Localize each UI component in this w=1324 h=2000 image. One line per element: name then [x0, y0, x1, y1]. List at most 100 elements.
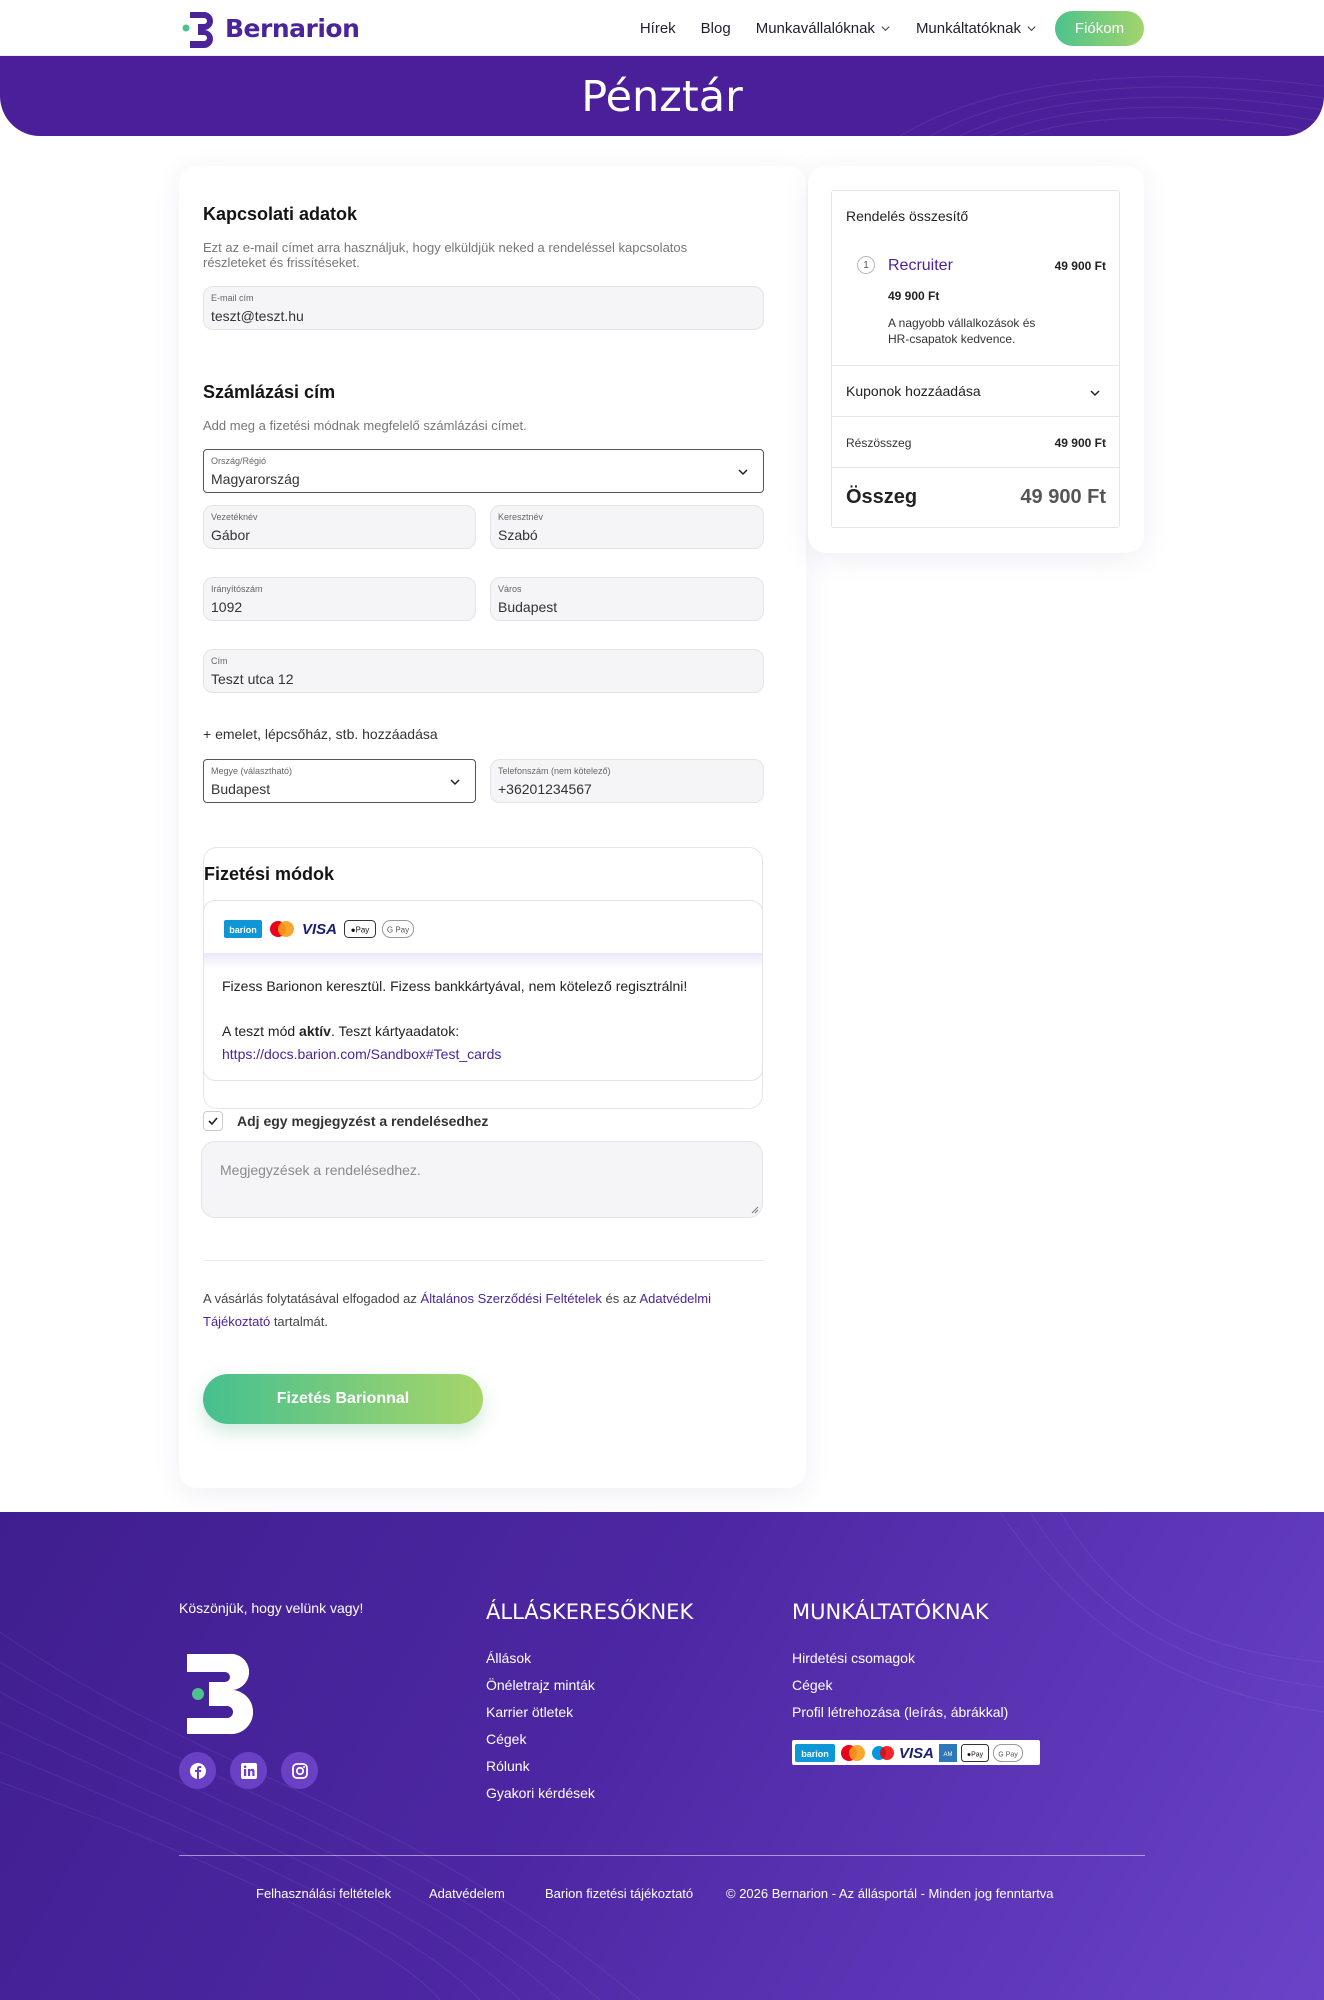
footer-logo-icon[interactable]: [179, 1652, 255, 1736]
site-footer: Köszönjük, hogy velünk vagy! ÁLLÁSKERESŐ…: [0, 1512, 1324, 2000]
footer-link-hirdetesi[interactable]: Hirdetési csomagok: [792, 1650, 915, 1666]
add-address-line-link[interactable]: + emelet, lépcsőház, stb. hozzáadása: [203, 726, 438, 742]
test-suffix: . Teszt kártyaadatok:: [330, 1023, 460, 1039]
coupon-toggle[interactable]: Kuponok hozzáadása: [846, 383, 981, 399]
item-name[interactable]: Recruiter: [888, 257, 953, 275]
payment-methods: Fizetési módok barion VISA ●Pay G Pay Fi…: [203, 847, 763, 1109]
chevron-down-icon: [881, 25, 890, 31]
instagram-icon[interactable]: [281, 1752, 318, 1789]
summary-divider: [832, 365, 1119, 366]
footer-privacy-link[interactable]: Adatvédelem: [429, 1886, 505, 1901]
footer-divider: [179, 1855, 1145, 1856]
svg-text:G Pay: G Pay: [998, 1751, 1018, 1758]
jobseekers-title: ÁLLÁSKERESŐKNEK: [486, 1600, 694, 1624]
order-note-checkbox[interactable]: [203, 1111, 223, 1131]
google-pay-icon: G Pay: [382, 920, 414, 938]
order-note-textarea[interactable]: Megjegyzések a rendelésedhez.: [201, 1141, 763, 1218]
item-quantity-badge: 1: [857, 256, 875, 274]
page-title: Pénztár: [581, 72, 743, 122]
nav-item-hirek[interactable]: Hírek: [640, 20, 676, 37]
billing-title: Számlázási cím: [203, 382, 336, 402]
nav-item-munkavallaloknak[interactable]: Munkavállalóknak: [756, 20, 891, 37]
brand-name: Bernarion: [225, 13, 360, 43]
footer-barion-info-link[interactable]: Barion fizetési tájékoztató: [545, 1886, 693, 1901]
firstname-field[interactable]: Keresztnév Szabó: [490, 505, 764, 549]
contact-title: Kapcsolati adatok: [203, 204, 358, 224]
country-label: Ország/Régió: [211, 456, 267, 466]
form-divider: [203, 1260, 764, 1261]
phone-field[interactable]: Telefonszám (nem kötelező) +36201234567: [490, 759, 764, 803]
phone-label: Telefonszám (nem kötelező): [498, 766, 611, 776]
zip-value: 1092: [211, 599, 243, 615]
chevron-down-icon: [738, 469, 748, 476]
brand-logo[interactable]: Bernarion: [178, 8, 360, 48]
chevron-down-icon: [1027, 25, 1036, 31]
footer-copyright: © 2026 Bernarion - Az állásportál - Mind…: [726, 1886, 1054, 1901]
svg-text:VISA: VISA: [899, 1745, 934, 1762]
terms-part1: A vásárlás folytatásával elfogadod az: [203, 1291, 421, 1306]
email-field[interactable]: E-mail cím teszt@teszt.hu: [203, 286, 764, 330]
chevron-down-icon[interactable]: [1089, 387, 1101, 399]
page-hero: Pénztár: [0, 56, 1324, 136]
linkedin-icon[interactable]: [230, 1752, 267, 1789]
payment-option-barion[interactable]: barion VISA ●Pay G Pay Fizess Barionon k…: [203, 900, 763, 1081]
contact-desc: Ezt az e-mail címet arra használjuk, hog…: [203, 240, 688, 270]
order-summary-card: Rendelés összesítő 1 Recruiter 49 900 Ft…: [808, 166, 1144, 553]
chevron-down-icon: [450, 779, 460, 786]
total-label: Összeg: [846, 486, 918, 508]
footer-link-gyik[interactable]: Gyakori kérdések: [486, 1785, 595, 1801]
svg-text:G Pay: G Pay: [387, 926, 409, 935]
address-field[interactable]: Cím Teszt utca 12: [203, 649, 764, 693]
footer-link-karrier[interactable]: Karrier ötletek: [486, 1704, 573, 1720]
footer-link-cegek[interactable]: Cégek: [486, 1731, 526, 1747]
footer-link-rolunk[interactable]: Rólunk: [486, 1758, 530, 1774]
resize-grip-icon[interactable]: [751, 1206, 759, 1214]
lastname-value: Gábor: [211, 527, 250, 543]
summary-divider: [832, 467, 1119, 468]
footer-link-allasok[interactable]: Állások: [486, 1650, 531, 1666]
zip-field[interactable]: Irányítószám 1092: [203, 577, 476, 621]
test-mode-status: aktív: [299, 1023, 331, 1039]
subtotal-value: 49 900 Ft: [1054, 436, 1106, 450]
item-price: 49 900 Ft: [1054, 259, 1106, 273]
summary-divider: [832, 416, 1119, 417]
lastname-field[interactable]: Vezetéknév Gábor: [203, 505, 476, 549]
nav-label: Munkáltatóknak: [915, 19, 1021, 37]
country-select[interactable]: Ország/Régió Magyarország: [203, 449, 764, 493]
email-label: E-mail cím: [211, 293, 254, 303]
barion-logo-icon: barion: [795, 1743, 835, 1762]
visa-icon: VISA: [302, 921, 337, 938]
city-value: Budapest: [498, 599, 558, 615]
test-cards-link[interactable]: https://docs.barion.com/Sandbox#Test_car…: [222, 1046, 501, 1062]
nav-item-munkaltatoknak[interactable]: Munkáltatóknak: [916, 20, 1037, 37]
footer-thanks: Köszönjük, hogy velünk vagy!: [179, 1600, 364, 1616]
footer-link-profil[interactable]: Profil létrehozása (leírás, ábrákkal): [792, 1704, 1008, 1720]
social-links: [179, 1752, 332, 1789]
county-select[interactable]: Megye (választható) Budapest: [203, 759, 476, 803]
order-note-toggle[interactable]: Adj egy megjegyzést a rendelésedhez: [203, 1110, 488, 1132]
facebook-icon[interactable]: [179, 1752, 216, 1789]
top-navbar: Bernarion Hírek Blog Munkavállalóknak Mu…: [0, 0, 1324, 56]
billing-desc: Add meg a fizetési módnak megfelelő szám…: [203, 418, 527, 433]
county-label: Megye (választható): [211, 766, 293, 776]
terms-link[interactable]: Általános Szerződési Feltételek: [421, 1291, 602, 1306]
address-value: Teszt utca 12: [211, 671, 294, 687]
footer-link-oneletrajz[interactable]: Önéletrajz minták: [486, 1677, 595, 1693]
city-field[interactable]: Város Budapest: [490, 577, 764, 621]
payment-description: Fizess Barionon keresztül. Fizess bankká…: [222, 978, 688, 994]
account-button[interactable]: Fiókom: [1055, 10, 1144, 46]
terms-part2: és az: [601, 1291, 640, 1306]
item-description: A nagyobb vállalkozások és HR-csapatok k…: [888, 316, 1036, 346]
footer-terms-link[interactable]: Felhasználási feltételek: [256, 1886, 391, 1901]
nav-item-blog[interactable]: Blog: [701, 20, 731, 37]
payment-title: Fizetési módok: [204, 864, 335, 884]
country-value: Magyarország: [211, 471, 300, 487]
google-pay-icon: G Pay: [993, 1743, 1023, 1762]
apple-pay-icon: ●Pay: [344, 920, 376, 938]
payment-logos: barion VISA ●Pay G Pay: [224, 918, 420, 940]
city-label: Város: [498, 584, 522, 594]
footer-link-cegek-2[interactable]: Cégek: [792, 1677, 832, 1693]
pay-with-barion-button[interactable]: Fizetés Barionnal: [203, 1374, 483, 1424]
mastercard-icon: [270, 921, 294, 937]
svg-text:barion: barion: [801, 1749, 829, 1759]
